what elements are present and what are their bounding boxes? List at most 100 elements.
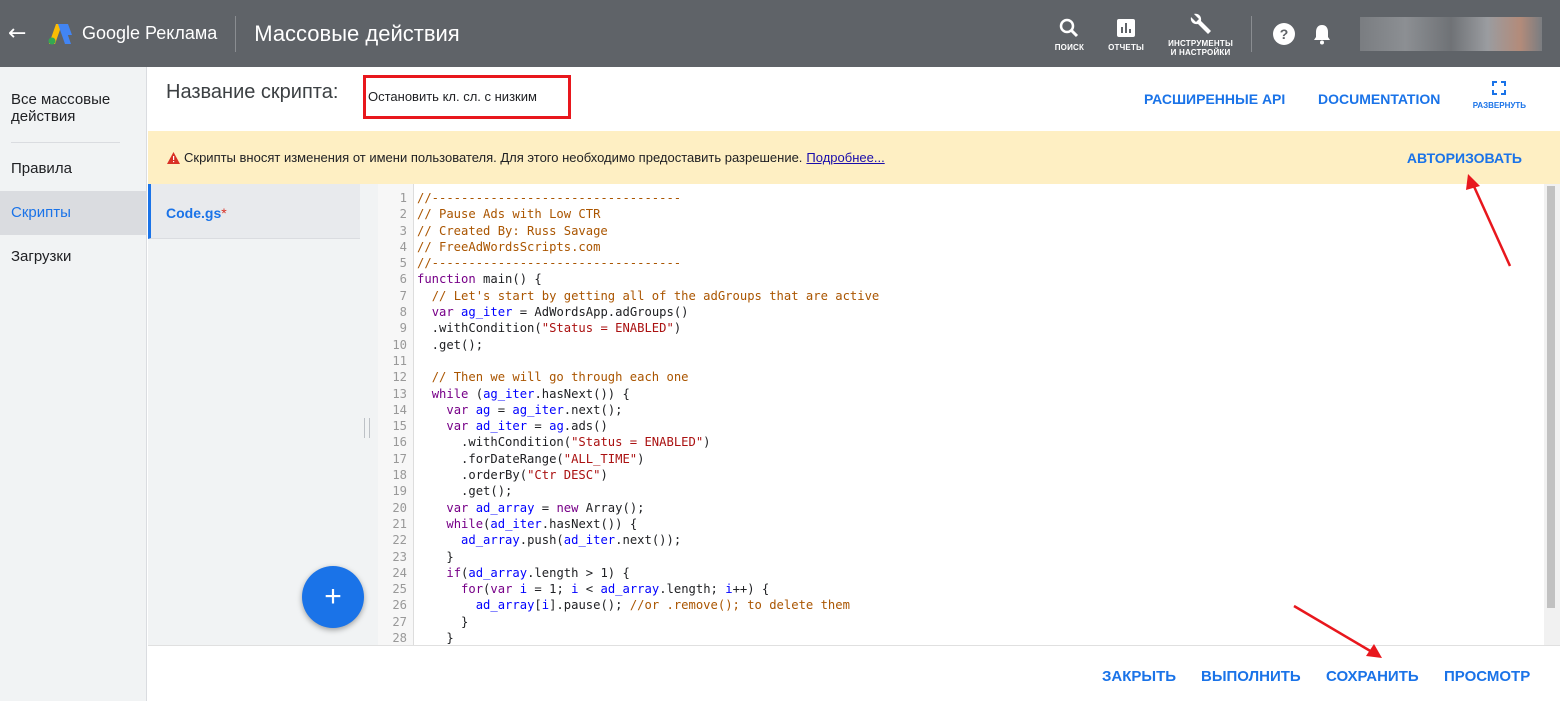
account-avatar[interactable] [1360, 16, 1542, 51]
documentation-link[interactable]: DOCUMENTATION [1318, 91, 1440, 107]
save-button[interactable]: СОХРАНИТЬ [1326, 668, 1419, 685]
line-number: 8 [399, 305, 407, 320]
tools-settings-label: ИНСТРУМЕНТЫ И НАСТРОЙКИ [1168, 39, 1233, 57]
code-line[interactable]: 14 var ag = ag_iter.next(); [378, 402, 879, 418]
authorization-banner: Скрипты вносят изменения от имени пользо… [148, 131, 1560, 184]
line-code: .orderBy("Ctr DESC") [417, 468, 608, 483]
nav-item-scripts[interactable]: Скрипты [0, 191, 146, 235]
line-code: .withCondition("Status = ENABLED") [417, 435, 711, 450]
code-line[interactable]: 10 .get(); [378, 337, 879, 353]
code-editor[interactable]: 1 //---------------------------------- 2 //… [378, 184, 1544, 645]
code-line[interactable]: 8 var ag_iter = AdWordsApp.adGroups() [378, 304, 879, 320]
action-footer: ЗАКРЫТЬ ВЫПОЛНИТЬ СОХРАНИТЬ ПРОСМОТР [148, 645, 1560, 701]
line-number: 14 [392, 402, 407, 417]
code-line[interactable]: 22 ad_array.push(ad_iter.next()); [378, 532, 879, 548]
advanced-api-link[interactable]: РАСШИРЕННЫЕ API [1144, 91, 1285, 107]
code-line[interactable]: 15 var ad_iter = ag.ads() [378, 418, 879, 434]
nav-item-all-bulk-actions[interactable]: Все массовые действия [0, 67, 146, 142]
line-number: 6 [399, 272, 407, 287]
line-code: for(var i = 1; i < ad_array.length; i++)… [461, 582, 770, 597]
run-button[interactable]: ВЫПОЛНИТЬ [1201, 668, 1301, 685]
line-code: } [417, 614, 469, 629]
expand-label: РАЗВЕРНУТЬ [1472, 101, 1526, 110]
line-number: 18 [392, 468, 407, 483]
fullscreen-icon [1492, 81, 1507, 95]
nav-item-uploads[interactable]: Загрузки [0, 235, 146, 279]
line-code: ad_array[i].pause(); //or .remove(); to … [475, 598, 850, 613]
divider [235, 15, 237, 52]
code-line[interactable]: 26 ad_array[i].pause(); //or .remove(); … [378, 597, 879, 613]
line-number: 12 [392, 370, 407, 385]
notifications-button[interactable] [1310, 22, 1334, 46]
code-line[interactable]: 11 [378, 353, 879, 369]
code-line[interactable]: 3 // Created By: Russ Savage [378, 223, 879, 239]
code-line[interactable]: 24 if(ad_array.length > 1) { [378, 565, 879, 581]
line-number: 5 [399, 256, 407, 271]
unsaved-marker: * [221, 205, 227, 221]
code-line[interactable]: 23 } [378, 549, 879, 565]
code-content[interactable]: 1 //---------------------------------- 2 //… [378, 190, 879, 645]
line-code: var ad_iter = ag.ads() [446, 419, 608, 434]
line-code: .withCondition("Status = ENABLED") [417, 321, 682, 336]
line-code: } [417, 631, 454, 645]
line-code: //---------------------------------- [417, 256, 682, 271]
reports-button[interactable]: ОТЧЕТЫ [1108, 15, 1144, 52]
code-line[interactable]: 16 .withCondition("Status = ENABLED") [378, 434, 879, 450]
line-code: var ag_iter = AdWordsApp.adGroups() [431, 305, 689, 320]
toolbar: ПОИСК ОТЧЕТЫ ИНСТРУМЕНТЫ И НАСТРОЙКИ ? [1043, 0, 1560, 67]
code-line[interactable]: 7 // Let's start by getting all of the a… [378, 288, 880, 304]
line-number: 23 [392, 549, 407, 564]
code-line[interactable]: 20 var ad_array = new Array(); [378, 500, 879, 516]
code-line[interactable]: 9 .withCondition("Status = ENABLED") [378, 320, 879, 336]
tools-settings-label-text: ИНСТРУМЕНТЫ И НАСТРОЙКИ [1168, 38, 1233, 57]
line-code: // Let's start by getting all of the adG… [431, 288, 880, 303]
expand-button[interactable]: РАЗВЕРНУТЬ [1473, 81, 1526, 110]
line-number: 13 [392, 386, 407, 401]
line-number: 26 [392, 598, 407, 613]
back-arrow-icon[interactable]: ← [8, 21, 42, 46]
code-line[interactable]: 1 //---------------------------------- [378, 190, 879, 206]
panel-resize-handle[interactable] [364, 418, 370, 438]
line-number: 24 [392, 565, 407, 580]
code-line[interactable]: 28 } [378, 630, 879, 645]
code-line[interactable]: 5 //---------------------------------- [378, 255, 879, 271]
line-number: 11 [392, 353, 407, 368]
add-file-button[interactable]: + [302, 566, 364, 628]
code-line[interactable]: 2 // Pause Ads with Low CTR [378, 206, 879, 222]
line-code: // Then we will go through each one [431, 370, 689, 385]
authorize-button[interactable]: АВТОРИЗОВАТЬ [1407, 150, 1522, 166]
script-name-input[interactable]: Остановить кл. сл. с низким [363, 75, 571, 119]
close-button[interactable]: ЗАКРЫТЬ [1102, 668, 1176, 685]
google-ads-logo[interactable]: Google Реклама [46, 22, 217, 46]
code-line[interactable]: 18 .orderBy("Ctr DESC") [378, 467, 879, 483]
editor-scrollbar-thumb[interactable] [1547, 186, 1555, 608]
line-code: var ad_array = new Array(); [446, 500, 645, 515]
search-button[interactable]: ПОИСК [1055, 15, 1084, 52]
nav-item-rules[interactable]: Правила [0, 143, 146, 191]
code-line[interactable]: 17 .forDateRange("ALL_TIME") [378, 451, 879, 467]
file-tab-code-gs[interactable]: Code.gs* [148, 184, 360, 239]
line-code: while (ag_iter.hasNext()) { [431, 386, 630, 401]
code-line[interactable]: 12 // Then we will go through each one [378, 369, 879, 385]
line-number: 27 [392, 614, 407, 629]
help-button[interactable]: ? [1272, 22, 1296, 46]
tools-settings-button[interactable]: ИНСТРУМЕНТЫ И НАСТРОЙКИ [1168, 11, 1233, 57]
file-name: Code.gs [166, 205, 222, 221]
line-code: // FreeAdWordsScripts.com [417, 239, 601, 254]
line-number: 17 [392, 451, 407, 466]
code-line[interactable]: 27 } [378, 614, 879, 630]
code-line[interactable]: 6 function main() { [378, 271, 879, 287]
code-line[interactable]: 21 while(ad_iter.hasNext()) { [378, 516, 879, 532]
code-line[interactable]: 19 .get(); [378, 483, 879, 499]
code-line[interactable]: 25 for(var i = 1; i < ad_array.length; i… [378, 581, 879, 597]
file-panel: Code.gs* + [148, 184, 378, 645]
line-code: if(ad_array.length > 1) { [446, 565, 630, 580]
learn-more-link[interactable]: Подробнее... [806, 150, 884, 165]
preview-button[interactable]: ПРОСМОТР [1444, 668, 1530, 685]
search-label: ПОИСК [1054, 43, 1085, 52]
line-code: var ag = ag_iter.next(); [446, 402, 623, 417]
code-line[interactable]: 4 // FreeAdWordsScripts.com [378, 239, 879, 255]
line-number: 25 [392, 582, 407, 597]
code-line[interactable]: 13 while (ag_iter.hasNext()) { [378, 386, 879, 402]
